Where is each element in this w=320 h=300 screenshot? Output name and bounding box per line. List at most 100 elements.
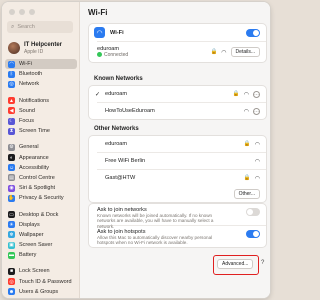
more-options-icon[interactable]: … (253, 107, 260, 115)
sidebar-item-screen-time[interactable]: ⧗ Screen Time (5, 126, 77, 136)
globe-icon: ◎ (8, 80, 15, 88)
dock-icon: ▭ (8, 211, 15, 219)
wifi-signal-icon: ◠ (254, 141, 260, 148)
close-window-button[interactable] (9, 9, 15, 15)
network-name: eduroam (105, 141, 128, 147)
minimize-window-button[interactable] (19, 9, 25, 15)
sidebar-item-control-centre[interactable]: ▤ Control Centre (5, 173, 77, 183)
sidebar-item-lock-screen[interactable]: ■ Lock Screen (5, 266, 77, 276)
network-row[interactable]: eduroam 🔒 ◠ (89, 136, 266, 152)
join-settings-card: Ask to join networks Known networks will… (88, 203, 267, 248)
sidebar-item-label: Appearance (19, 154, 49, 161)
accessibility-icon: ☺ (8, 164, 15, 172)
sidebar-item-screen-saver[interactable]: ▣ Screen Saver (5, 240, 77, 250)
user-name: IT Helpcenter (24, 41, 63, 48)
speaker-icon: ◀ (8, 107, 15, 115)
more-options-icon[interactable]: … (253, 90, 260, 98)
ask-join-networks-toggle[interactable] (246, 208, 260, 216)
fingerprint-icon: ◎ (8, 278, 15, 286)
screensaver-icon: ▣ (8, 241, 15, 249)
sidebar-item-label: General (19, 144, 39, 151)
lock-icon: 🔒 (210, 49, 218, 55)
sidebar-item-label: Notifications (19, 97, 49, 104)
sidebar-item-users-groups[interactable]: ☻ Users & Groups (5, 287, 77, 297)
sidebar-item-siri-spotlight[interactable]: ◉ Siri & Spotlight (5, 183, 77, 193)
sidebar-item-accessibility[interactable]: ☺ Accessibility (5, 163, 77, 173)
sidebar-item-appearance[interactable]: ◐ Appearance (5, 153, 77, 163)
lock-icon: 🔒 (243, 175, 251, 181)
battery-icon: ▬ (8, 251, 15, 259)
wallpaper-icon: ❄ (8, 231, 15, 239)
sidebar-item-privacy-security[interactable]: ✋ Privacy & Security (5, 193, 77, 203)
other-network-button[interactable]: Other... (233, 189, 260, 199)
sidebar-item-desktop-dock[interactable]: ▭ Desktop & Dock (5, 209, 77, 219)
user-account[interactable]: IT Helpcenter Apple ID (8, 39, 74, 57)
search-placeholder: Search (17, 24, 35, 30)
sidebar-item-focus[interactable]: ☾ Focus (5, 116, 77, 126)
sidebar-item-displays[interactable]: ☀ Displays (5, 220, 77, 230)
ask-join-hotspots-toggle[interactable] (246, 230, 260, 238)
wifi-signal-icon: ◠ (254, 175, 260, 182)
connected-indicator-icon (97, 52, 102, 58)
sidebar-item-label: Focus (19, 118, 34, 125)
hourglass-icon: ⧗ (8, 127, 15, 135)
sidebar-item-battery[interactable]: ▬ Battery (5, 250, 77, 260)
other-networks-title: Other Networks (94, 126, 139, 132)
search-icon: ⌕ (11, 23, 15, 30)
network-name: Free WiFi Berlin (105, 158, 146, 164)
network-row[interactable]: Free WiFi Berlin ◠ (89, 153, 266, 169)
checkmark-icon: ✓ (95, 91, 101, 98)
known-networks-title: Known Networks (94, 76, 143, 82)
sidebar-item-notifications[interactable]: ▲ Notifications (5, 96, 77, 106)
advanced-button[interactable]: Advanced... (217, 259, 254, 269)
sidebar-item-label: Desktop & Dock (19, 211, 59, 218)
sidebar-item-label: Screen Time (19, 128, 50, 135)
network-name: Gast@HTW (105, 175, 136, 181)
wifi-toggle[interactable] (246, 28, 260, 37)
sidebar-item-sound[interactable]: ◀ Sound (5, 106, 77, 116)
sidebar-item-network[interactable]: ◎ Network (5, 79, 77, 89)
gear-icon: ⚙ (8, 143, 15, 151)
sidebar-item-label: Battery (19, 252, 37, 259)
sidebar-item-touch-id-password[interactable]: ◎ Touch ID & Password (5, 277, 77, 287)
sidebar-item-label: Screen Saver (19, 242, 53, 249)
sidebar-item-label: Network (19, 81, 40, 88)
users-icon: ☻ (8, 288, 15, 296)
wifi-signal-icon: ◠ (243, 108, 249, 115)
details-button[interactable]: Details... (230, 47, 260, 57)
sidebar-item-label: Lock Screen (19, 268, 50, 275)
sidebar-item-bluetooth[interactable]: ᛒ Bluetooth (5, 69, 77, 79)
main-pane: Wi-Fi ◠ Wi-Fi eduroam Connected 🔒 ◠ Deta… (80, 2, 270, 298)
wifi-signal-icon: ◠ (243, 91, 249, 98)
sidebar-item-wallpaper[interactable]: ❄ Wallpaper (5, 230, 77, 240)
moon-icon: ☾ (8, 117, 15, 125)
network-row[interactable]: Gast@HTW 🔒 ◠ (89, 170, 266, 186)
network-row[interactable]: ✓ eduroam 🔒 ◠… (89, 86, 266, 102)
sidebar-item-label: Touch ID & Password (19, 278, 72, 285)
sidebar-nav: ◠ Wi-Fi ᛒ Bluetooth ◎ Network ▲ Notifications ◀ S… (5, 59, 77, 297)
sidebar-item-label: Wallpaper (19, 231, 44, 238)
bell-icon: ▲ (8, 97, 15, 105)
network-row[interactable]: HowToUseEduroam ◠… (89, 103, 266, 119)
control-centre-icon: ▤ (8, 174, 15, 182)
avatar (8, 42, 20, 54)
wifi-card: ◠ Wi-Fi eduroam Connected 🔒 ◠ Details... (88, 23, 267, 63)
sidebar-item-label: Privacy & Security (19, 195, 64, 202)
known-networks-list: ✓ eduroam 🔒 ◠… HowToUseEduroam ◠… (88, 85, 267, 120)
lock-icon: 🔒 (243, 141, 251, 147)
siri-icon: ◉ (8, 184, 15, 192)
page-title: Wi-Fi (88, 8, 108, 17)
wifi-signal-icon: ◠ (221, 49, 227, 56)
sidebar-item-label: Control Centre (19, 174, 55, 181)
sidebar: ⌕ Search IT Helpcenter Apple ID ◠ Wi-Fi ᛒ B… (2, 2, 80, 298)
ask-join-hotspots-desc: Allow this Mac to automatically discover… (97, 235, 213, 246)
search-input[interactable]: ⌕ Search (7, 21, 73, 33)
bluetooth-icon: ᛒ (8, 70, 15, 78)
zoom-window-button[interactable] (29, 9, 35, 15)
lock-icon: 🔒 (232, 91, 240, 97)
sidebar-item-label: Siri & Spotlight (19, 185, 56, 192)
help-button[interactable]: ? (261, 260, 264, 266)
sidebar-item-general[interactable]: ⚙ General (5, 142, 77, 152)
sidebar-item-wi-fi[interactable]: ◠ Wi-Fi (5, 59, 77, 70)
hand-icon: ✋ (8, 194, 15, 202)
